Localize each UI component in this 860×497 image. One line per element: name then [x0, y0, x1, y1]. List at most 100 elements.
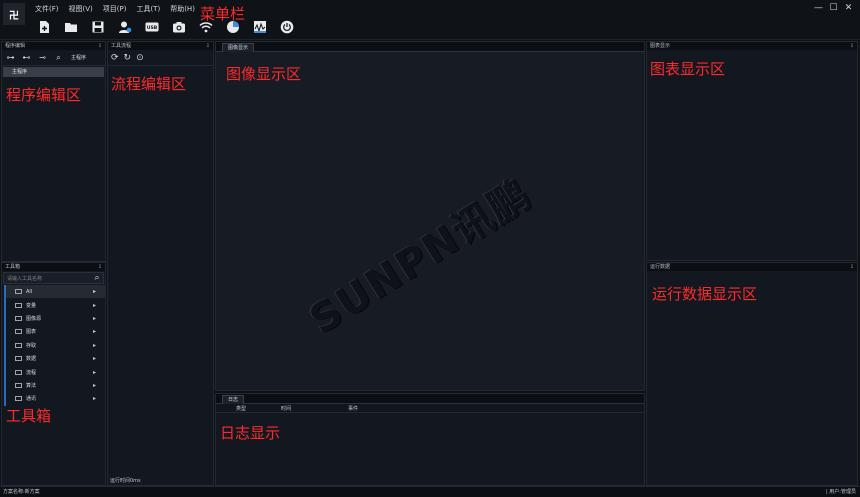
panel-title: 程序编辑 ⇩: [2, 42, 105, 50]
maximize-button[interactable]: ☐: [826, 2, 841, 14]
chevron-right-icon: ▸: [92, 328, 96, 336]
run-once-icon[interactable]: ⟳: [111, 53, 119, 63]
pin-icon[interactable]: ⇩: [206, 42, 210, 50]
tool-flow-panel: 工具流程 ⇩ ⟳ ↻ ⊙ 运行时间0ms: [107, 41, 214, 486]
annotation-flow-area: 流程编辑区: [111, 75, 187, 93]
tree-item-main-program[interactable]: 主程序: [3, 67, 104, 77]
panel-title: 工具箱 ⇩: [2, 263, 105, 271]
toolbox-item-variables[interactable]: 变量 ▸: [4, 298, 105, 312]
toolbox-item-label: 流程: [26, 369, 37, 376]
loop-run-icon[interactable]: ↻: [124, 53, 132, 63]
annotation-image-area: 图像显示区: [226, 65, 302, 83]
menu-help[interactable]: 帮助(H): [165, 2, 200, 16]
panel-title: 工具流程 ⇩: [108, 42, 213, 50]
app-logo: 卍: [3, 3, 25, 25]
toolbox-item-label: 算法: [26, 382, 37, 389]
window-controls: — ☐ ✕: [811, 2, 856, 14]
folder-icon: [15, 315, 22, 321]
folder-icon: [15, 289, 22, 295]
usb-label: USB: [146, 25, 157, 31]
pin-icon[interactable]: ⇩: [850, 263, 854, 271]
title-bar: 卍 文件(F) 视图(V) 项目(P) 工具(T) 帮助(H) USB — ☐ …: [0, 0, 860, 40]
chevron-right-icon: ▸: [92, 314, 96, 322]
new-file-icon[interactable]: [30, 17, 57, 37]
annotation-chart-area: 图表显示区: [650, 60, 726, 78]
log-col-type[interactable]: 类型: [236, 405, 246, 412]
menu-view[interactable]: 视图(V): [64, 2, 98, 16]
chevron-right-icon: ▸: [92, 288, 96, 296]
folder-icon: [15, 396, 22, 402]
chevron-right-icon: ▸: [92, 368, 96, 376]
annotation-log-area: 日志显示: [220, 424, 281, 442]
toolbox-panel: 工具箱 ⇩ 请输入工具名称 ⌕ All ▸ 变量 ▸ 图像源 ▸ 图表 ▸ 存取 ▸ 数据…: [1, 262, 106, 486]
toolbox-item-image-source[interactable]: 图像源 ▸: [4, 311, 105, 326]
toolbar: USB: [30, 17, 300, 37]
log-table-header: 类型 时间 事件: [216, 404, 644, 413]
menu-tools[interactable]: 工具(T): [131, 2, 165, 16]
folder-icon: [15, 356, 22, 362]
toolbox-item-label: 图像源: [26, 315, 42, 322]
pin-icon[interactable]: ⇩: [98, 42, 102, 50]
run-data-title: 运行数据: [650, 264, 671, 270]
chevron-right-icon: ▸: [92, 381, 96, 389]
toolbox-item-algorithm[interactable]: 算法 ▸: [4, 378, 105, 393]
add-node-icon[interactable]: ⊶: [5, 53, 16, 62]
user-icon[interactable]: [111, 17, 138, 37]
chevron-right-icon: ▸: [92, 341, 96, 349]
tree-item-label: 主程序: [12, 69, 28, 75]
tree-structure-icon[interactable]: ⊸: [37, 53, 48, 62]
panel-title: 运行数据 ⇩: [647, 263, 857, 271]
tool-search-input[interactable]: 请输入工具名称: [4, 275, 91, 282]
image-tab-bar: 图像显示: [216, 42, 644, 52]
close-button[interactable]: ✕: [841, 2, 856, 14]
menu-project[interactable]: 项目(P): [98, 2, 132, 16]
toolbox-title: 工具箱: [5, 264, 21, 270]
runtime-label: 运行时间0ms: [110, 478, 141, 484]
main-program-button[interactable]: 主程序: [71, 54, 86, 61]
stop-icon[interactable]: ⊙: [136, 53, 144, 63]
menu-file[interactable]: 文件(F): [30, 2, 64, 16]
menu-bar: 文件(F) 视图(V) 项目(P) 工具(T) 帮助(H): [30, 2, 200, 16]
add-child-node-icon[interactable]: ⊷: [21, 53, 32, 62]
toolbox-item-label: 通讯: [26, 396, 37, 403]
toolbox-item-chart[interactable]: 图表 ▸: [4, 325, 105, 339]
toolbox-item-label: All: [26, 288, 33, 295]
program-editor-panel: 程序编辑 ⇩ ⊶ ⊷ ⊸ ⌕ 主程序 主程序: [1, 41, 106, 262]
folder-icon: [15, 382, 22, 388]
toolbox-item-storage[interactable]: 存取 ▸: [4, 338, 105, 352]
tab-log[interactable]: 日志: [222, 395, 245, 404]
toolbox-item-label: 存取: [26, 342, 37, 349]
power-icon[interactable]: [273, 17, 300, 37]
toolbox-item-label: 数据: [26, 356, 37, 363]
folder-settings-icon[interactable]: ⌕: [53, 53, 64, 63]
pin-icon[interactable]: ⇩: [850, 42, 854, 50]
chart-display-title: 图表显示: [650, 43, 671, 49]
minimize-button[interactable]: —: [811, 2, 826, 14]
status-bar: 方案名称:新方案 | 用户:管理员: [0, 486, 860, 497]
toolbox-item-label: 图表: [26, 329, 37, 336]
camera-icon[interactable]: [165, 17, 192, 37]
folder-icon: [15, 329, 22, 335]
annotation-toolbox: 工具箱: [6, 407, 52, 425]
open-folder-icon[interactable]: [57, 17, 84, 37]
usb-icon[interactable]: USB: [138, 17, 165, 37]
annotation-menu-bar: 菜单栏: [200, 5, 246, 23]
toolbox-item-communication[interactable]: 通讯 ▸: [4, 392, 105, 406]
flow-toolbar: ⟳ ↻ ⊙: [108, 50, 213, 66]
current-user-label: | 用户:管理员: [826, 489, 856, 495]
program-editor-title: 程序编辑: [5, 43, 26, 49]
search-icon[interactable]: ⌕: [91, 273, 103, 283]
save-icon[interactable]: [84, 17, 111, 37]
waveform-icon[interactable]: [246, 17, 273, 37]
panel-title: 图表显示 ⇩: [647, 42, 857, 50]
chevron-right-icon: ▸: [92, 301, 96, 309]
log-col-event[interactable]: 事件: [348, 405, 358, 412]
toolbox-item-flow[interactable]: 流程 ▸: [4, 365, 105, 379]
toolbox-item-data[interactable]: 数据 ▸: [4, 351, 105, 366]
log-col-time[interactable]: 时间: [281, 405, 291, 412]
annotation-run-data-area: 运行数据显示区: [652, 285, 758, 303]
tool-search-box[interactable]: 请输入工具名称 ⌕: [3, 272, 104, 284]
tab-image-display[interactable]: 图像显示: [222, 43, 255, 52]
pin-icon[interactable]: ⇩: [98, 263, 102, 271]
toolbox-item-all[interactable]: All ▸: [4, 285, 105, 299]
